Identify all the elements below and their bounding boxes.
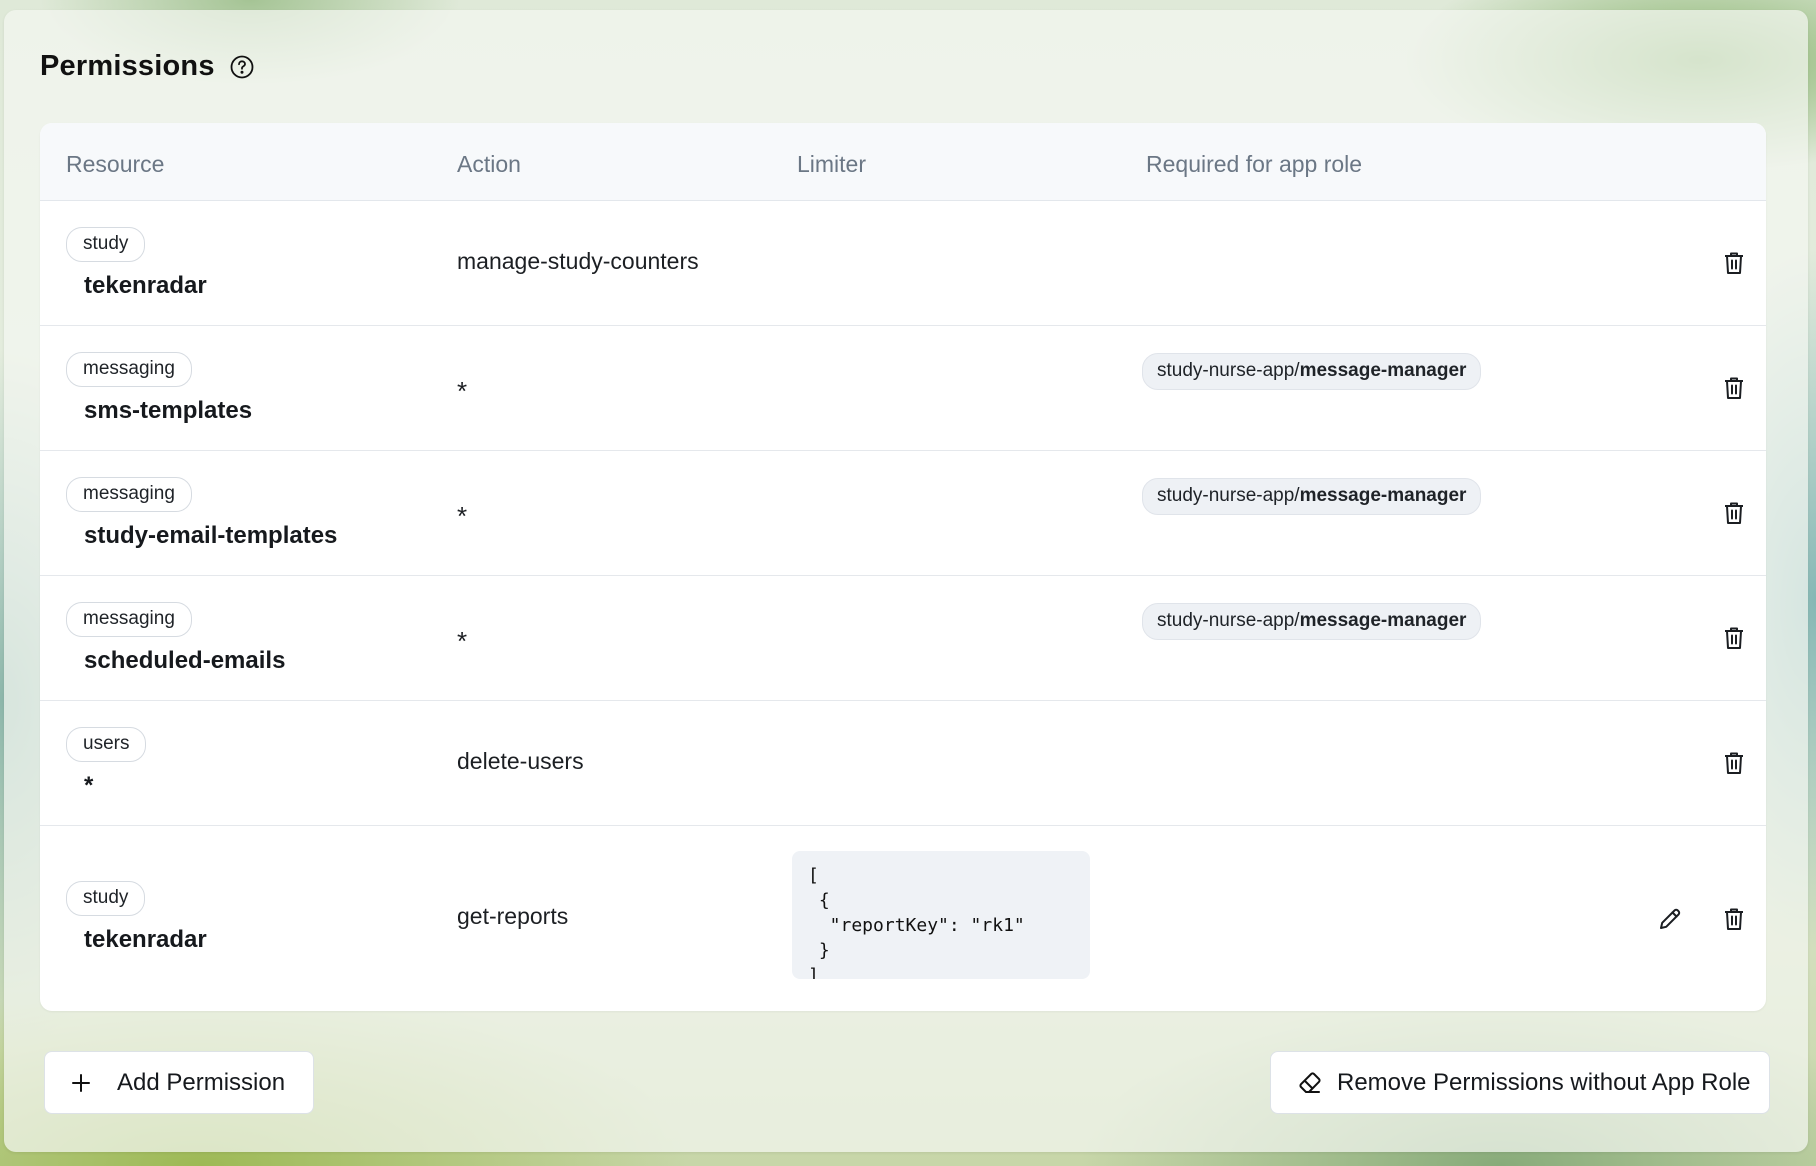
app-role-prefix: study-nurse-app/ — [1157, 360, 1300, 381]
table-row: messaging scheduled-emails * study-nurse… — [40, 576, 1766, 701]
app-role-chip: study-nurse-app/message-manager — [1142, 603, 1482, 640]
column-limiter: Limiter — [797, 151, 867, 177]
trash-icon[interactable] — [1718, 747, 1750, 779]
resource-cell: messaging scheduled-emails — [66, 602, 285, 675]
table-row: messaging sms-templates * study-nurse-ap… — [40, 326, 1766, 451]
resource-name: * — [84, 772, 94, 799]
remove-permissions-label: Remove Permissions without App Role — [1337, 1068, 1751, 1096]
column-required-role: Required for app role — [1146, 151, 1363, 177]
resource-cell: study tekenradar — [66, 881, 207, 954]
app-role-chip: study-nurse-app/message-manager — [1142, 478, 1482, 515]
limiter-code-block: [ { "reportKey": "rk1" } ] — [792, 851, 1090, 979]
resource-type-chip: users — [66, 727, 147, 762]
table-row: messaging study-email-templates * study-… — [40, 451, 1766, 576]
action-value: delete-users — [457, 748, 584, 774]
app-role-prefix: study-nurse-app/ — [1157, 485, 1300, 506]
table-row: users * delete-users — [40, 701, 1766, 826]
app-role-name: message-manager — [1299, 610, 1467, 631]
resource-cell: study tekenradar — [66, 227, 207, 300]
resource-cell: messaging sms-templates — [66, 352, 252, 425]
resource-type-chip: messaging — [66, 602, 192, 637]
action-value: manage-study-counters — [457, 248, 699, 274]
action-value: get-reports — [457, 903, 569, 929]
trash-icon[interactable] — [1718, 372, 1750, 404]
add-permission-label: Add Permission — [117, 1068, 286, 1096]
app-role-chip: study-nurse-app/message-manager — [1142, 353, 1482, 390]
add-permission-button[interactable]: Add Permission — [44, 1051, 314, 1114]
resource-cell: users * — [66, 727, 147, 800]
permissions-table: Resource Action Limiter Required for app… — [40, 123, 1766, 1011]
app-role-name: message-manager — [1299, 485, 1467, 506]
resource-cell: messaging study-email-templates — [66, 477, 337, 550]
plus-icon — [71, 1073, 91, 1093]
trash-icon[interactable] — [1718, 247, 1750, 279]
action-value: * — [457, 626, 468, 656]
resource-type-chip: messaging — [66, 477, 192, 512]
column-action: Action — [457, 151, 521, 177]
table-row: study tekenradar get-reports [ { "report… — [40, 826, 1766, 1006]
resource-type-chip: messaging — [66, 352, 192, 387]
resource-type-chip: study — [66, 227, 146, 262]
action-value: * — [457, 376, 468, 406]
trash-icon[interactable] — [1718, 903, 1750, 935]
resource-name: study-email-templates — [84, 522, 338, 549]
resource-name: tekenradar — [84, 926, 207, 953]
trash-icon[interactable] — [1718, 497, 1750, 529]
app-role-prefix: study-nurse-app/ — [1157, 610, 1300, 631]
resource-name: tekenradar — [84, 272, 207, 299]
column-resource: Resource — [66, 151, 165, 177]
permissions-header: Permissions — [40, 50, 255, 83]
page-title: Permissions — [40, 50, 215, 82]
resource-type-chip: study — [66, 881, 146, 916]
resource-name: sms-templates — [84, 397, 253, 424]
action-value: * — [457, 501, 468, 531]
eraser-icon — [1297, 1070, 1323, 1096]
help-circle-icon[interactable] — [229, 54, 255, 80]
pencil-icon[interactable] — [1654, 903, 1686, 935]
table-row: study tekenradar manage-study-counters — [40, 201, 1766, 326]
trash-icon[interactable] — [1718, 622, 1750, 654]
app-role-name: message-manager — [1299, 360, 1467, 381]
resource-name: scheduled-emails — [84, 647, 286, 674]
table-header: Resource Action Limiter Required for app… — [40, 123, 1766, 201]
remove-permissions-without-role-button[interactable]: Remove Permissions without App Role — [1270, 1051, 1770, 1114]
limiter-json: [ { "reportKey": "rk1" } ] — [808, 865, 1025, 979]
